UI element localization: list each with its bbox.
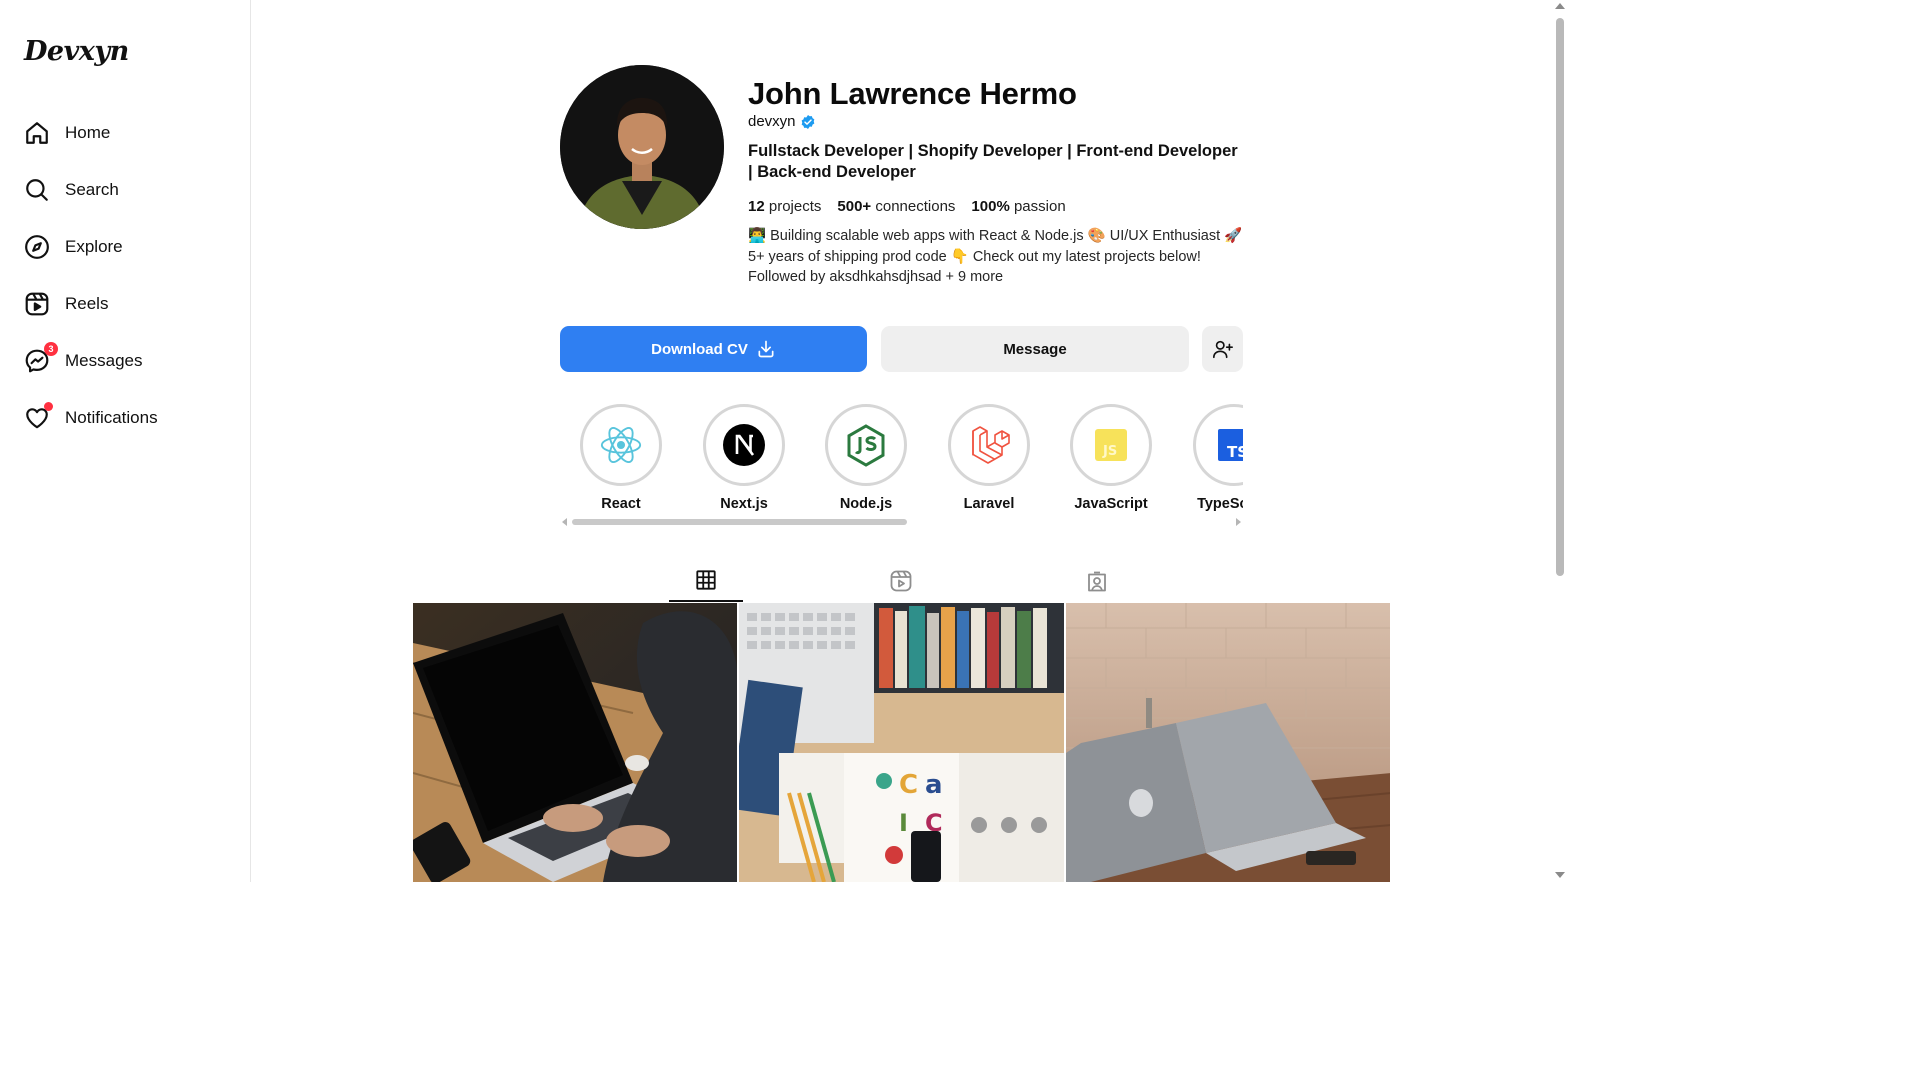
download-cv-button[interactable]: Download CV (560, 326, 867, 372)
highlight-ring (580, 404, 662, 486)
scroll-right-arrow[interactable] (1236, 518, 1241, 526)
stat-projects[interactable]: 12 projects (748, 198, 821, 215)
profile-name: John Lawrence Hermo (748, 76, 1077, 111)
heart-icon (24, 401, 53, 431)
svg-text:a: a (925, 770, 943, 800)
bio-line: 5+ years of shipping prod code 👇 Check o… (748, 248, 1201, 265)
stat-connections[interactable]: 500+ connections (837, 198, 955, 215)
javascript-icon: JS (1075, 409, 1147, 481)
highlight-label: Node.js (839, 496, 893, 512)
svg-text:JS: JS (1102, 444, 1117, 459)
story-highlights: React Next.js Node.js Laravel JS JavaScr… (560, 400, 1243, 516)
reels-icon (24, 291, 50, 317)
sidebar-item-notifications[interactable]: Notifications (0, 389, 250, 446)
highlight-ring: JS (1070, 404, 1152, 486)
sidebar-item-home[interactable]: Home (0, 104, 250, 161)
message-button[interactable]: Message (881, 326, 1189, 372)
sidebar-item-label: Reels (65, 293, 109, 313)
sidebar-item-label: Explore (65, 236, 123, 256)
stat-label: connections (875, 198, 956, 215)
tab-posts[interactable] (669, 560, 743, 602)
stat-passion: 100% passion (971, 198, 1065, 215)
post-grid: Ca IC (413, 603, 1390, 882)
profile-avatar[interactable] (560, 65, 724, 229)
sidebar-item-reels[interactable]: Reels (0, 275, 250, 332)
typescript-icon: TS (1198, 409, 1243, 481)
profile-username: devxyn (748, 113, 796, 130)
stat-value: 100% (971, 198, 1010, 215)
download-icon (758, 340, 774, 358)
nodejs-icon (830, 409, 902, 481)
nextjs-icon (708, 409, 780, 481)
profile-username-row: devxyn (748, 113, 816, 130)
scroll-down-arrow[interactable] (1555, 872, 1565, 878)
highlight-laravel[interactable]: Laravel (948, 404, 1030, 512)
profile-bio: 👨‍💻 Building scalable web apps with Reac… (748, 226, 1248, 288)
svg-text:I: I (899, 809, 908, 837)
profile-stats: 12 projects 500+ connections 100% passio… (748, 198, 1082, 215)
messenger-icon: 3 (24, 341, 58, 374)
highlight-label: React (601, 496, 641, 512)
scroll-thumb[interactable] (1556, 18, 1564, 576)
stat-label: passion (1013, 198, 1066, 215)
highlight-typescript[interactable]: TS TypeScript (1193, 404, 1243, 512)
sidebar-item-messages[interactable]: 3 Messages (0, 332, 250, 389)
logo[interactable]: Devxyn (24, 36, 129, 67)
grid-icon (696, 570, 716, 590)
highlight-react[interactable]: React (580, 404, 662, 512)
tab-reels[interactable] (864, 560, 938, 602)
highlight-ring (825, 404, 907, 486)
sidebar-item-search[interactable]: Search (0, 161, 250, 218)
verified-badge-icon (801, 114, 814, 129)
highlights-scrollbar[interactable] (560, 516, 1243, 528)
sidebar-item-label: Messages (65, 350, 143, 370)
post-thumbnail[interactable] (1065, 603, 1390, 882)
highlight-nextjs[interactable]: Next.js (703, 404, 785, 512)
sidebar-item-explore[interactable]: Explore (0, 218, 250, 275)
stat-value: 12 (748, 198, 765, 215)
profile-headline: Fullstack Developer | Shopify Developer … (748, 142, 1238, 181)
scroll-left-arrow[interactable] (562, 518, 567, 526)
home-icon (24, 120, 50, 146)
scroll-up-arrow[interactable] (1555, 3, 1565, 9)
laravel-icon (953, 409, 1025, 481)
tab-tagged[interactable] (1060, 560, 1134, 602)
scroll-thumb[interactable] (572, 519, 907, 525)
page-scrollbar[interactable] (1551, 0, 1568, 882)
sidebar-nav: Home Search Explore Reels 3 Messages Not… (0, 104, 250, 446)
download-cv-label: Download CV (651, 340, 748, 358)
post-thumbnail[interactable] (413, 603, 738, 882)
sidebar-item-label: Search (65, 179, 119, 199)
highlight-label: JavaScript (1074, 496, 1148, 512)
bio-line: 👨‍💻 Building scalable web apps with Reac… (748, 228, 1243, 244)
notification-dot (44, 401, 53, 411)
highlight-nodejs[interactable]: Node.js (825, 404, 907, 512)
tagged-icon (1088, 571, 1106, 592)
sidebar: Devxyn Home Search Explore Reels 3 Messa… (0, 0, 251, 882)
search-icon (24, 177, 50, 203)
reels-icon (890, 570, 912, 592)
stat-value: 500+ (837, 198, 872, 215)
message-label: Message (1003, 340, 1067, 358)
react-icon (585, 409, 657, 481)
svg-text:TS: TS (1227, 443, 1243, 461)
highlight-ring (948, 404, 1030, 486)
highlight-label: TypeScript (1197, 496, 1243, 512)
highlight-label: Next.js (720, 496, 768, 512)
add-user-button[interactable] (1202, 326, 1243, 372)
profile-tabs (413, 560, 1390, 602)
sidebar-item-label: Notifications (65, 407, 158, 427)
compass-icon (24, 234, 50, 260)
svg-text:C: C (899, 770, 918, 800)
highlight-javascript[interactable]: JS JavaScript (1070, 404, 1152, 512)
add-user-icon (1212, 340, 1233, 359)
post-thumbnail[interactable]: Ca IC (739, 603, 1064, 882)
messages-badge: 3 (44, 341, 58, 356)
highlight-ring: TS (1193, 404, 1243, 486)
followed-by[interactable]: Followed by aksdhkahsdjhsad + 9 more (748, 267, 1248, 288)
highlight-label: Laravel (963, 496, 1015, 512)
sidebar-item-label: Home (65, 122, 111, 142)
stat-label: projects (768, 198, 822, 215)
highlight-ring (703, 404, 785, 486)
